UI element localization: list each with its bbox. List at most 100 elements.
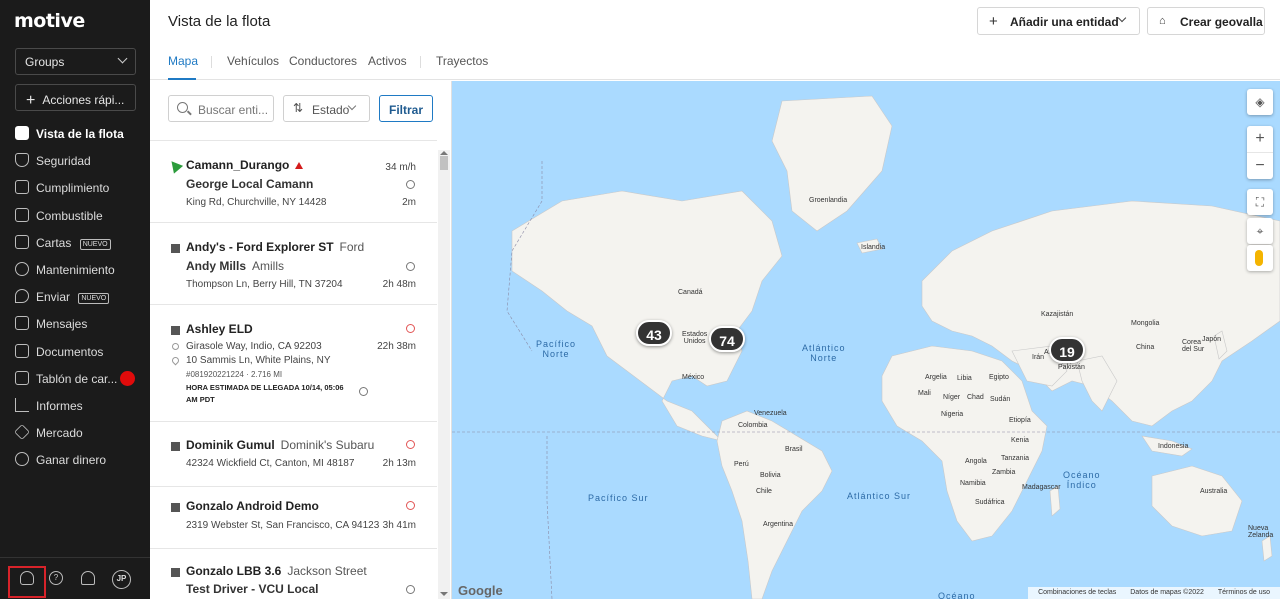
sidebar-item-label: Documentos bbox=[36, 344, 104, 359]
vehicle-address: 2319 Webster St, San Francisco, CA 94123 bbox=[186, 520, 380, 531]
vehicle-name-text: Dominik Gumul bbox=[186, 438, 275, 452]
filter-button[interactable]: Filtrar bbox=[379, 95, 433, 122]
layers-icon: ◈ bbox=[1255, 95, 1265, 109]
list-scrollbar[interactable] bbox=[438, 150, 450, 599]
zoom-in-button[interactable]: + bbox=[1247, 126, 1273, 152]
country-label: Madagascar bbox=[1022, 484, 1061, 491]
sidebar-item-dispatch[interactable]: Enviar NUEVO bbox=[0, 283, 150, 310]
country-label: Venezuela bbox=[754, 410, 787, 417]
country-label: Namibia bbox=[960, 480, 986, 487]
vehicle-row[interactable]: Camann_Durango 34 m/h George Local Caman… bbox=[150, 141, 437, 223]
sidebar-item-documents[interactable]: Documentos bbox=[0, 338, 150, 365]
user-avatar[interactable]: JP bbox=[112, 570, 131, 589]
country-label: Islandia bbox=[861, 244, 886, 251]
keyboard-shortcuts-link[interactable]: Combinaciones de teclas bbox=[1038, 589, 1116, 596]
sidebar-item-reports[interactable]: Informes bbox=[0, 392, 150, 419]
ocean-text: Atlántico bbox=[802, 343, 846, 353]
sidebar-item-compliance[interactable]: Cumplimiento bbox=[0, 174, 150, 201]
sidebar-item-load-board[interactable]: Tablón de car... bbox=[0, 365, 150, 392]
map-attribution: Combinaciones de teclas Datos de mapas ©… bbox=[1028, 587, 1280, 599]
clock-icon bbox=[406, 585, 415, 594]
dollar-icon bbox=[15, 452, 29, 467]
sort-icon: ⇅ bbox=[293, 101, 304, 115]
fullscreen-control[interactable]: ⛶ bbox=[1247, 189, 1273, 215]
street-view-control[interactable] bbox=[1247, 245, 1273, 271]
bell-icon[interactable] bbox=[81, 571, 95, 585]
vehicle-row[interactable]: Andy's - Ford Explorer ST Ford Andy Mills… bbox=[150, 223, 437, 305]
search-input[interactable]: Buscar enti... bbox=[168, 95, 274, 122]
motive-logo[interactable]: motive bbox=[14, 10, 85, 32]
vehicle-row[interactable]: Dominik Gumul Dominik's Subaru 42324 Wick… bbox=[150, 422, 437, 487]
vehicle-list: Camann_Durango 34 m/h George Local Caman… bbox=[150, 140, 437, 599]
page-header: Vista de la flota + Añadir una entidad ⌂… bbox=[150, 0, 1280, 80]
scroll-up-icon[interactable] bbox=[440, 151, 448, 155]
country-label: Angola bbox=[965, 458, 987, 465]
fullscreen-icon: ⛶ bbox=[1255, 195, 1265, 209]
destination-address: 10 Sammis Ln, White Plains, NY bbox=[186, 355, 331, 366]
crosshair-icon: ⌖ bbox=[1256, 224, 1264, 238]
sidebar-item-maintenance[interactable]: Mantenimiento bbox=[0, 256, 150, 283]
layers-control[interactable]: ◈ bbox=[1247, 89, 1273, 115]
vehicle-row[interactable]: Gonzalo Android Demo 2319 Webster St, Sa… bbox=[150, 487, 437, 549]
ocean-text: Océano bbox=[1063, 470, 1101, 480]
fleet-map[interactable]: Pacífico Norte Atlántico Norte Pacífico Su… bbox=[452, 81, 1280, 599]
vehicle-cluster-marker[interactable]: 74 bbox=[709, 326, 745, 352]
quick-actions-button[interactable]: + Acciones rápi... bbox=[15, 84, 136, 111]
add-entity-button[interactable]: + Añadir una entidad bbox=[977, 7, 1140, 35]
vehicle-name: Gonzalo Android Demo bbox=[186, 499, 319, 513]
sidebar-item-earn-money[interactable]: Ganar dinero bbox=[0, 446, 150, 473]
scroll-down-icon[interactable] bbox=[440, 592, 448, 596]
tab-trips[interactable]: Trayectos bbox=[436, 54, 488, 68]
destination-pin-icon bbox=[170, 355, 181, 366]
truck-icon bbox=[15, 370, 29, 385]
country-label: Canadá bbox=[678, 289, 703, 296]
scroll-thumb[interactable] bbox=[440, 156, 448, 170]
country-label: Kenia bbox=[1011, 437, 1029, 444]
sidebar-item-fuel[interactable]: Combustible bbox=[0, 202, 150, 229]
country-label: Brasil bbox=[785, 446, 803, 453]
sidebar-item-safety[interactable]: Seguridad bbox=[0, 147, 150, 174]
vehicle-cluster-marker[interactable]: 19 bbox=[1049, 337, 1085, 363]
vehicle-speed: 34 m/h bbox=[385, 162, 416, 173]
groups-select[interactable]: Groups bbox=[15, 48, 136, 75]
tab-map[interactable]: Mapa bbox=[168, 54, 198, 68]
sidebar-item-marketplace[interactable]: Mercado bbox=[0, 419, 150, 446]
sidebar-item-cards[interactable]: Cartas NUEVO bbox=[0, 229, 150, 256]
recenter-control[interactable]: ⌖ bbox=[1247, 218, 1273, 244]
vehicle-status-icon bbox=[171, 244, 180, 253]
ocean-text: Norte bbox=[542, 349, 570, 359]
wrench-icon bbox=[15, 261, 29, 276]
vehicle-make: Dominik's Subaru bbox=[280, 438, 375, 452]
info-icon[interactable] bbox=[359, 387, 368, 396]
country-label: Bolivia bbox=[760, 472, 781, 479]
status-dropdown[interactable]: ⇅ Estado bbox=[283, 95, 370, 122]
create-geofence-button[interactable]: ⌂ Crear geovalla bbox=[1147, 7, 1265, 35]
clock-icon bbox=[406, 324, 415, 333]
tab-divider bbox=[211, 56, 212, 68]
sidebar-item-fleet-view[interactable]: Vista de la flota bbox=[0, 120, 150, 147]
sidebar-item-label: Seguridad bbox=[36, 154, 91, 169]
shield-icon bbox=[15, 153, 29, 168]
help-icon[interactable]: ? bbox=[49, 571, 63, 585]
quick-actions-label: Acciones rápi... bbox=[42, 93, 125, 107]
sidebar-item-label: Mensajes bbox=[36, 317, 88, 332]
add-entity-label: Añadir una entidad bbox=[1010, 15, 1119, 29]
vehicle-name: Andy's - Ford Explorer ST Ford bbox=[186, 240, 364, 254]
ocean-label: Atlántico Sur bbox=[847, 491, 912, 501]
country-label: Perú bbox=[734, 461, 749, 468]
vehicle-row[interactable]: Ashley ELD Girasole Way, Indio, CA 92203… bbox=[150, 305, 437, 422]
tab-assets[interactable]: Activos bbox=[368, 54, 407, 68]
zoom-out-button[interactable]: − bbox=[1247, 152, 1273, 178]
tab-vehicles[interactable]: Vehículos bbox=[227, 54, 279, 68]
vehicle-make: Jackson Street bbox=[287, 564, 367, 578]
pegman-icon bbox=[1255, 250, 1263, 266]
create-geofence-label: Crear geovalla bbox=[1180, 15, 1263, 29]
vehicle-cluster-marker[interactable]: 43 bbox=[636, 320, 672, 346]
tab-drivers[interactable]: Conductores bbox=[289, 54, 357, 68]
vehicle-row[interactable]: Gonzalo LBB 3.6 Jackson Street Test Drive… bbox=[150, 549, 437, 599]
search-placeholder: Buscar enti... bbox=[198, 103, 269, 117]
origin-address: Girasole Way, Indio, CA 92203 bbox=[186, 341, 322, 352]
terms-link[interactable]: Términos de uso bbox=[1218, 589, 1270, 596]
country-label: Libia bbox=[957, 375, 972, 382]
sidebar-item-messages[interactable]: Mensajes bbox=[0, 310, 150, 337]
